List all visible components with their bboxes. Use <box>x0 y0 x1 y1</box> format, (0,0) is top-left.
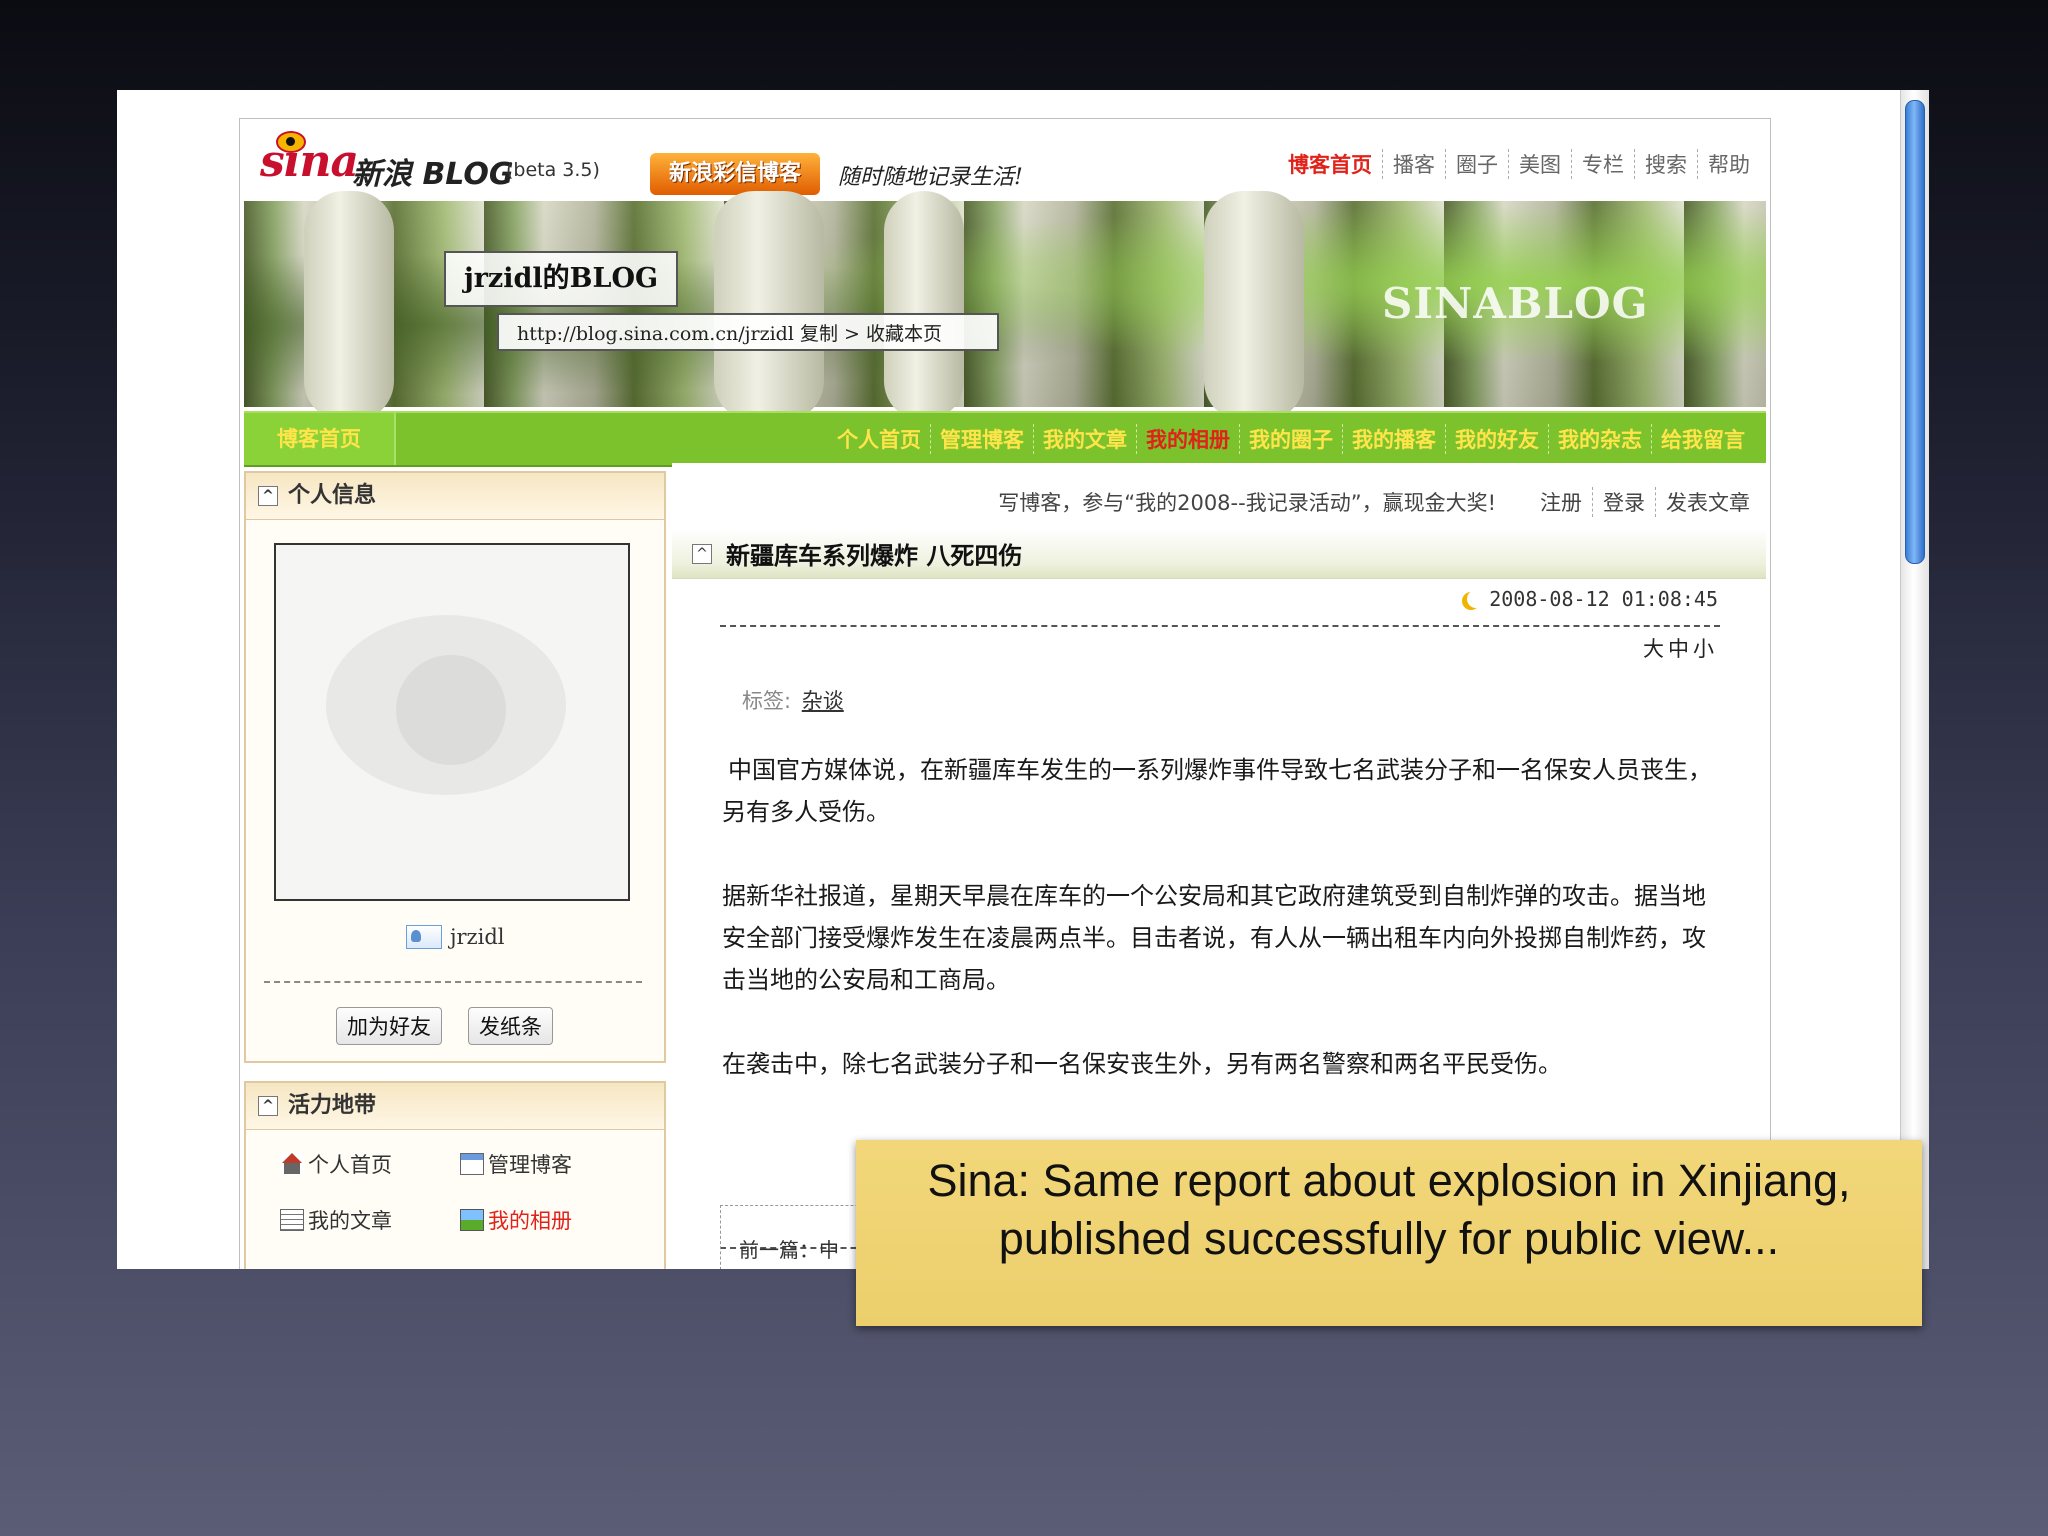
top-nav-podcast[interactable]: 播客 <box>1383 149 1446 179</box>
post-article-link[interactable]: 发表文章 <box>1656 487 1750 517</box>
collapse-icon[interactable]: ^ <box>258 1096 278 1116</box>
paragraph: 在袭击中，除七名武装分子和一名保安丧生外，另有两名警察和两名平民受伤。 <box>722 1050 1562 1078</box>
house-icon <box>280 1153 304 1175</box>
paragraph: 据新华社报道，星期天早晨在库车的一个公安局和其它政府建筑受到自制炸弹的攻击。据当… <box>722 882 1706 994</box>
divider <box>720 625 1720 627</box>
blog-navigation: 博客首页 个人首页 管理博客 我的文章 我的相册 我的圈子 我的播客 我的好友 … <box>244 411 1766 467</box>
promo-message[interactable]: 写博客，参与“我的2008--我记录活动”，赢现金大奖! <box>998 487 1496 517</box>
green-nav-blog-home[interactable]: 博客首页 <box>244 413 396 465</box>
top-nav-search[interactable]: 搜索 <box>1635 149 1698 179</box>
register-link[interactable]: 注册 <box>1530 487 1593 517</box>
blog-banner: jrzidl的BLOG http://blog.sina.com.cn/jrzi… <box>244 191 1766 421</box>
top-nav-columns[interactable]: 专栏 <box>1572 149 1635 179</box>
article-tags: 标签: 杂谈 <box>742 685 844 715</box>
avatar[interactable] <box>274 543 630 901</box>
link-label: 我的相册 <box>488 1209 572 1233</box>
default-avatar-pupil <box>396 655 506 765</box>
green-nav-my-articles[interactable]: 我的文章 <box>1034 424 1137 454</box>
sinablog-watermark: SINABLOG <box>1382 279 1649 328</box>
id-card-icon <box>406 925 442 949</box>
top-nav-blog-home[interactable]: 博客首页 <box>1278 149 1383 179</box>
sina-eye-icon <box>276 131 306 153</box>
green-nav-leave-message[interactable]: 给我留言 <box>1652 424 1754 454</box>
font-size-controls[interactable]: 大中小 <box>1643 633 1718 663</box>
article-body: 中国官方媒体说，在新疆库车发生的一系列爆炸事件导致七名武装分子和一名保安人员丧生… <box>722 749 1722 1127</box>
date-text: 2008-08-12 01:08:45 <box>1489 587 1718 611</box>
green-nav-my-album[interactable]: 我的相册 <box>1137 424 1240 454</box>
green-nav-my-podcast[interactable]: 我的播客 <box>1343 424 1446 454</box>
top-nav-help[interactable]: 帮助 <box>1698 149 1750 179</box>
links-box: ^ 活力地带 个人首页 管理博客 我的文章 我的相册 <box>244 1081 666 1269</box>
article-header: ^ 新疆库车系列爆炸 八死四伤 <box>672 529 1766 579</box>
copy-link[interactable]: 复制 <box>800 323 838 345</box>
tree-trunk <box>304 191 394 421</box>
site-header: sina 新浪 BLOG (beta 3.5) 新浪彩信博客 随时随地记录生活!… <box>240 119 1770 201</box>
link-my-articles[interactable]: 我的文章 <box>280 1205 460 1235</box>
green-nav-personal-home[interactable]: 个人首页 <box>828 424 931 454</box>
blog-url[interactable]: http://blog.sina.com.cn/jrzidl <box>517 323 794 345</box>
link-manage-blog[interactable]: 管理博客 <box>460 1149 640 1179</box>
logo-text: sina <box>260 136 359 187</box>
scroll-thumb[interactable] <box>1905 100 1925 564</box>
paragraph: 中国官方媒体说，在新疆库车发生的一系列爆炸事件导致七名武装分子和一名保安人员丧生… <box>722 756 1712 826</box>
green-nav-my-magazine[interactable]: 我的杂志 <box>1549 424 1652 454</box>
promo-banner[interactable]: 新浪彩信博客 <box>650 153 820 195</box>
tag-link[interactable]: 杂谈 <box>802 689 844 713</box>
vertical-scrollbar[interactable] <box>1900 90 1929 1269</box>
username-link[interactable]: jrzidl <box>450 925 505 949</box>
profile-box-header: ^ 个人信息 <box>246 473 664 520</box>
links-box-header: ^ 活力地带 <box>246 1083 664 1130</box>
green-nav-manage-blog[interactable]: 管理博客 <box>931 424 1034 454</box>
collapse-icon[interactable]: ^ <box>692 543 712 564</box>
moon-icon <box>1467 590 1485 608</box>
caption-line-1: Sina: Same report about explosion in Xin… <box>927 1155 1851 1206</box>
blog-url-bar: http://blog.sina.com.cn/jrzidl 复制 > 收藏本页 <box>497 313 999 351</box>
links-grid: 个人首页 管理博客 我的文章 我的相册 <box>280 1149 640 1235</box>
tree-trunk <box>714 191 824 421</box>
collapse-icon[interactable]: ^ <box>258 486 278 506</box>
top-nav-photos[interactable]: 美图 <box>1509 149 1572 179</box>
tags-label: 标签: <box>742 689 792 713</box>
slogan: 随时随地记录生活! <box>838 165 1023 190</box>
top-navigation: 博客首页 播客 圈子 美图 专栏 搜索 帮助 <box>1278 149 1750 179</box>
link-personal-home[interactable]: 个人首页 <box>280 1149 460 1179</box>
link-label: 管理博客 <box>488 1153 572 1177</box>
send-note-button[interactable]: 发纸条 <box>468 1007 553 1045</box>
tree-trunk <box>1204 191 1304 421</box>
link-label: 我的文章 <box>308 1209 392 1233</box>
divider <box>264 981 642 983</box>
beta-label: (beta 3.5) <box>506 159 600 181</box>
document-icon <box>280 1209 304 1231</box>
bookmark-link[interactable]: > 收藏本页 <box>844 323 942 345</box>
link-label: 个人首页 <box>308 1153 392 1177</box>
add-friend-button[interactable]: 加为好友 <box>336 1007 442 1045</box>
links-box-title: 活力地带 <box>288 1093 377 1118</box>
browser-screenshot: sina 新浪 BLOG (beta 3.5) 新浪彩信博客 随时随地记录生活!… <box>117 90 1929 1269</box>
blog-page: sina 新浪 BLOG (beta 3.5) 新浪彩信博客 随时随地记录生活!… <box>239 118 1771 1269</box>
profile-box: ^ 个人信息 jrzidl 加为好友 发纸条 <box>244 471 666 1063</box>
article-date: 2008-08-12 01:08:45 <box>1461 587 1718 611</box>
green-nav-items: 个人首页 管理博客 我的文章 我的相册 我的圈子 我的播客 我的好友 我的杂志 … <box>828 413 1754 465</box>
green-nav-my-friends[interactable]: 我的好友 <box>1446 424 1549 454</box>
notice-bar: 写博客，参与“我的2008--我记录活动”，赢现金大奖! 注册 登录 发表文章 <box>998 487 1750 517</box>
blog-title[interactable]: jrzidl的BLOG <box>444 251 678 307</box>
tree-trunk <box>884 191 964 421</box>
slide-caption: Sina: Same report about explosion in Xin… <box>856 1140 1922 1326</box>
profile-box-title: 个人信息 <box>288 483 377 508</box>
article-title: 新疆库车系列爆炸 八死四伤 <box>726 542 1023 570</box>
caption-line-2: published successfully for public view..… <box>998 1213 1780 1264</box>
photo-icon <box>460 1209 484 1231</box>
profile-username: jrzidl <box>406 925 505 949</box>
top-nav-circles[interactable]: 圈子 <box>1446 149 1509 179</box>
brand-title: 新浪 BLOG <box>352 157 514 192</box>
dashboard-icon <box>460 1153 484 1175</box>
sina-logo[interactable]: sina <box>260 131 359 193</box>
green-nav-my-circles[interactable]: 我的圈子 <box>1240 424 1343 454</box>
login-link[interactable]: 登录 <box>1593 487 1656 517</box>
link-my-album[interactable]: 我的相册 <box>460 1205 640 1235</box>
